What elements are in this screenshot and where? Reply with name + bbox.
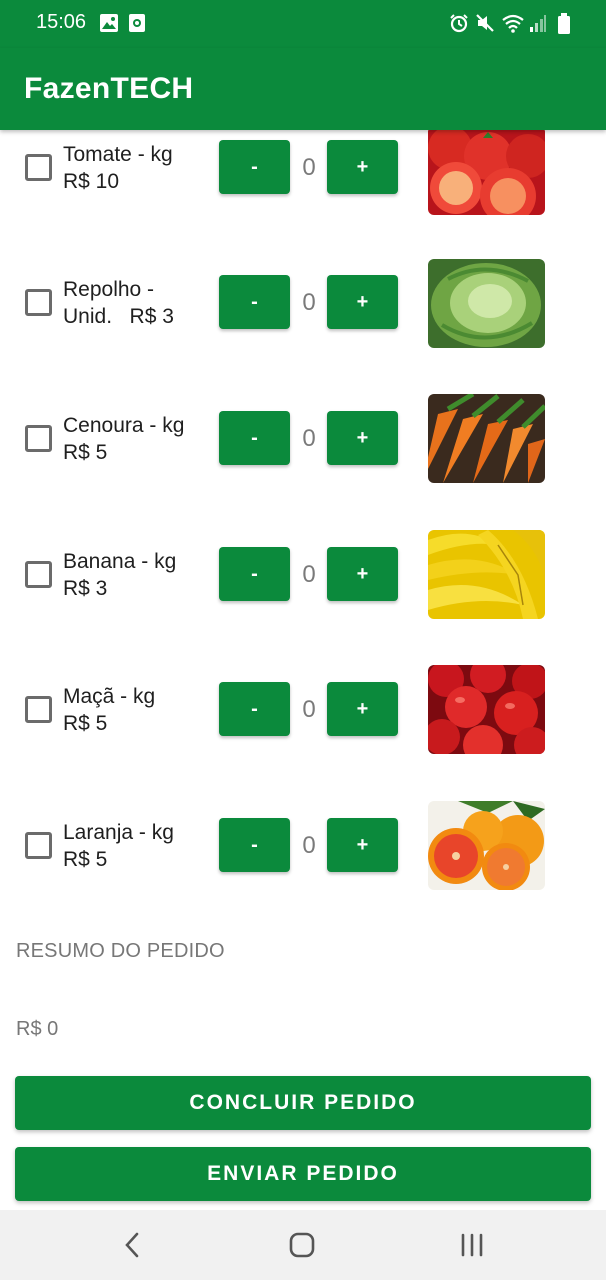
product-row-maca: Maçã - kg R$ 5 - 0 + — [0, 665, 606, 772]
app-title: FazenTECH — [24, 72, 194, 105]
screen-record-icon — [129, 14, 145, 32]
decrease-button[interactable]: - — [219, 682, 290, 736]
product-checkbox[interactable] — [25, 832, 52, 859]
decrease-button[interactable]: - — [219, 411, 290, 465]
quantity-value: 0 — [302, 154, 316, 181]
increase-button[interactable]: + — [327, 682, 398, 736]
product-row-tomate: Tomate - kg R$ 10 - 0 + — [0, 126, 606, 230]
product-label: Laranja - kg R$ 5 — [63, 821, 174, 871]
image-icon — [100, 14, 118, 32]
status-time: 15:06 — [36, 11, 87, 33]
product-checkbox[interactable] — [25, 154, 52, 181]
apple-image — [428, 665, 545, 754]
banana-image — [428, 530, 545, 619]
mute-icon — [476, 14, 494, 32]
app-bar: FazenTECH — [0, 48, 606, 130]
product-label: Cenoura - kg R$ 5 — [63, 414, 185, 464]
product-row-laranja: Laranja - kg R$ 5 - 0 + — [0, 801, 606, 908]
product-checkbox[interactable] — [25, 425, 52, 452]
product-label: Banana - kg R$ 3 — [63, 550, 177, 600]
increase-button[interactable]: + — [327, 275, 398, 329]
product-checkbox[interactable] — [25, 696, 52, 723]
home-icon[interactable] — [288, 1230, 316, 1260]
product-row-banana: Banana - kg R$ 3 - 0 + — [0, 530, 606, 637]
increase-button[interactable]: + — [327, 411, 398, 465]
product-checkbox[interactable] — [25, 561, 52, 588]
recents-icon[interactable] — [458, 1230, 486, 1260]
tomato-image — [428, 126, 545, 215]
product-row-repolho: Repolho - Unid. R$ 3 - 0 + — [0, 259, 606, 365]
system-nav-bar — [0, 1210, 606, 1280]
cabbage-image — [428, 259, 545, 348]
orange-image — [428, 801, 545, 890]
quantity-value: 0 — [302, 425, 316, 452]
product-label: Maçã - kg R$ 5 — [63, 685, 156, 735]
quantity-value: 0 — [302, 561, 316, 588]
product-label: Tomate - kg R$ 10 — [63, 143, 173, 193]
quantity-value: 0 — [302, 832, 316, 859]
quantity-value: 0 — [302, 289, 316, 316]
product-label: Repolho - Unid. R$ 3 — [63, 278, 174, 328]
battery-icon — [558, 13, 570, 34]
signal-icon — [530, 15, 546, 32]
decrease-button[interactable]: - — [219, 275, 290, 329]
status-bar: 15:06 — [0, 0, 606, 48]
decrease-button[interactable]: - — [219, 818, 290, 872]
decrease-button[interactable]: - — [219, 547, 290, 601]
carrot-image — [428, 394, 545, 483]
increase-button[interactable]: + — [327, 140, 398, 194]
increase-button[interactable]: + — [327, 818, 398, 872]
product-row-cenoura: Cenoura - kg R$ 5 - 0 + — [0, 394, 606, 501]
increase-button[interactable]: + — [327, 547, 398, 601]
quantity-value: 0 — [302, 696, 316, 723]
order-total: R$ 0 — [16, 1018, 59, 1040]
send-order-button[interactable]: ENVIAR PEDIDO — [15, 1147, 591, 1201]
order-summary-label: RESUMO DO PEDIDO — [16, 940, 225, 962]
back-icon[interactable] — [120, 1230, 144, 1260]
alarm-icon — [450, 14, 468, 33]
product-checkbox[interactable] — [25, 289, 52, 316]
wifi-icon — [502, 14, 524, 33]
decrease-button[interactable]: - — [219, 140, 290, 194]
conclude-order-button[interactable]: CONCLUIR PEDIDO — [15, 1076, 591, 1130]
